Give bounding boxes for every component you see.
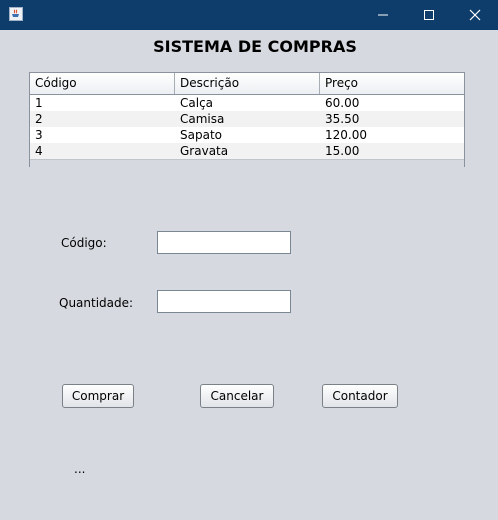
products-table[interactable]: Código Descrição Preço 1 Calça 60.00 2 C…	[29, 72, 465, 167]
cell-preco: 60.00	[325, 96, 360, 110]
table-row[interactable]: 3 Sapato 120.00	[30, 127, 464, 143]
column-header-descricao[interactable]: Descrição	[175, 73, 320, 94]
contador-button[interactable]: Contador	[322, 384, 398, 408]
column-header-preco[interactable]: Preço	[320, 73, 464, 94]
cell-descricao: Calça	[180, 96, 214, 110]
window-titlebar	[0, 0, 498, 30]
codigo-label: Código:	[61, 236, 107, 250]
column-header-codigo[interactable]: Código	[30, 73, 175, 94]
cell-codigo: 2	[35, 112, 43, 126]
cancelar-button[interactable]: Cancelar	[200, 384, 274, 408]
page-title: SISTEMA DE COMPRAS	[153, 37, 357, 56]
cell-preco: 15.00	[325, 144, 360, 158]
cell-codigo: 3	[35, 128, 43, 142]
cell-descricao: Camisa	[180, 112, 225, 126]
cell-descricao: Gravata	[180, 144, 229, 158]
table-viewport-bottom	[30, 159, 464, 167]
cell-descricao: Sapato	[180, 128, 222, 142]
table-row[interactable]: 2 Camisa 35.50	[30, 111, 464, 127]
cell-codigo: 1	[35, 96, 43, 110]
close-button[interactable]	[452, 0, 498, 30]
table-header: Código Descrição Preço	[30, 73, 464, 95]
cell-codigo: 4	[35, 144, 43, 158]
quantidade-label: Quantidade:	[59, 296, 134, 310]
java-app-icon	[9, 7, 23, 21]
table-row[interactable]: 1 Calça 60.00	[30, 95, 464, 111]
maximize-button[interactable]	[406, 0, 452, 30]
close-icon	[469, 9, 481, 21]
codigo-input[interactable]	[157, 231, 291, 254]
cell-preco: 35.50	[325, 112, 360, 126]
comprar-button[interactable]: Comprar	[62, 384, 134, 408]
maximize-icon	[424, 10, 434, 20]
quantidade-input[interactable]	[157, 290, 291, 313]
status-text: ...	[74, 462, 86, 476]
minimize-button[interactable]	[360, 0, 406, 30]
cell-preco: 120.00	[325, 128, 367, 142]
table-row[interactable]: 4 Gravata 15.00	[30, 143, 464, 159]
minimize-icon	[378, 14, 388, 16]
